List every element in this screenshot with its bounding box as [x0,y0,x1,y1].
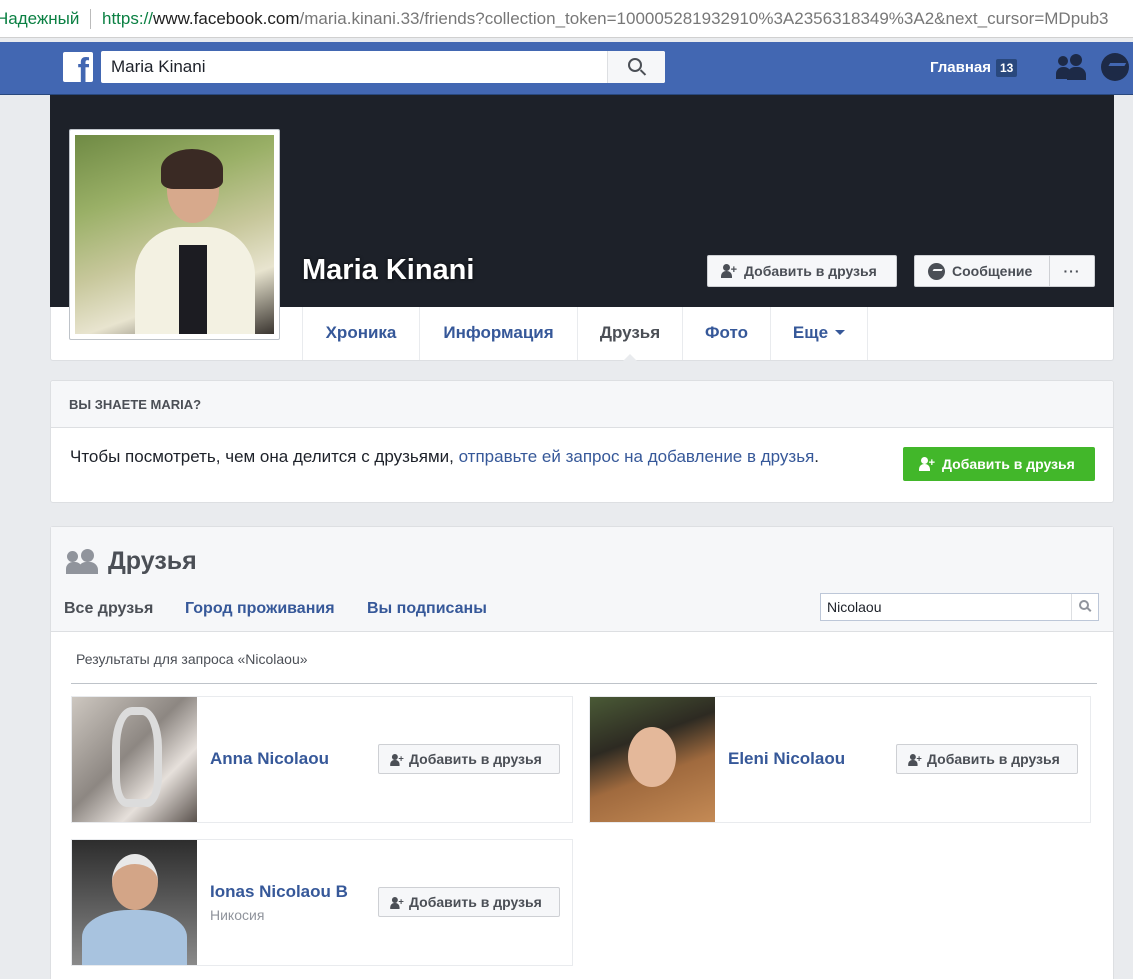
url-path: /maria.kinani.33/friends?collection_toke… [299,9,1109,28]
add-friend-label: Добавить в друзья [927,751,1060,767]
send-request-link[interactable]: отправьте ей запрос на добавление в друз… [459,447,815,466]
add-friend-icon: + [919,457,935,471]
tab-friends[interactable]: Друзья [577,307,682,361]
add-friend-label: Добавить в друзья [409,894,542,910]
friend-card: Anna Nicolaou + Добавить в друзья [71,696,573,823]
message-button[interactable]: Сообщение [914,255,1050,287]
add-friend-green-label: Добавить в друзья [942,456,1075,472]
add-friend-button[interactable]: + Добавить в друзья [378,744,560,774]
profile-picture[interactable] [69,129,280,340]
add-friend-icon: + [390,897,404,909]
tab-current-city[interactable]: Город проживания [185,600,335,618]
add-friend-icon: + [908,754,922,766]
know-description: Чтобы посмотреть, чем она делится с друз… [70,447,819,467]
profile-name[interactable]: Maria Kinani [302,254,474,287]
tab-all-friends[interactable]: Все друзья [64,600,153,641]
know-person-panel: ВЫ ЗНАЕТЕ MARIA? Чтобы посмотреть, чем о… [50,380,1114,503]
tab-more[interactable]: Еще [770,307,868,360]
url-text[interactable]: https://www.facebook.com/maria.kinani.33… [102,0,1109,37]
friend-city: Никосия [210,907,265,923]
add-friend-icon: + [721,264,737,278]
know-heading: ВЫ ЗНАЕТЕ MARIA? [51,381,1113,428]
message-label: Сообщение [952,263,1033,279]
more-options-button[interactable]: ··· [1049,255,1095,287]
add-friend-button[interactable]: + Добавить в друзья [896,744,1078,774]
search-icon [1079,600,1089,610]
messenger-icon[interactable] [1101,53,1129,81]
know-text: Чтобы посмотреть, чем она делится с друз… [70,447,459,466]
ellipsis-icon: ··· [1063,263,1081,279]
home-count-badge: 13 [996,59,1018,77]
add-friend-button[interactable]: + Добавить в друзья [378,887,560,917]
home-link[interactable]: Главная [930,59,991,76]
browser-address-bar[interactable]: Надежный https://www.facebook.com/maria.… [0,0,1133,38]
friends-header: Друзья Все друзья Город проживания Вы по… [51,527,1113,641]
friend-photo[interactable] [72,840,197,965]
friend-name[interactable]: Ionas Nicolaou B [210,882,348,902]
tab-following[interactable]: Вы подписаны [367,600,487,618]
friend-photo[interactable] [590,697,715,822]
friends-search-button[interactable] [1071,594,1098,620]
know-text-end: . [814,447,820,466]
friends-title: Друзья [108,547,197,575]
friend-name[interactable]: Eleni Nicolaou [728,749,845,769]
friend-requests-icon[interactable] [1056,54,1086,82]
address-separator [90,9,91,29]
top-search-input[interactable]: Maria Kinani [111,51,206,83]
tab-timeline[interactable]: Хроника [302,307,419,360]
add-friend-button[interactable]: + Добавить в друзья [707,255,897,287]
search-icon [628,58,642,72]
friends-search-box[interactable]: Nicolaou [820,593,1099,621]
add-friend-label: Добавить в друзья [409,751,542,767]
add-friend-icon: + [390,754,404,766]
friend-photo[interactable] [72,697,197,822]
friend-name[interactable]: Anna Nicolaou [210,749,329,769]
top-navigation-bar: f Maria Kinani Главная 13 [0,42,1133,95]
add-friend-label: Добавить в друзья [744,263,877,279]
friends-panel: Друзья Все друзья Город проживания Вы по… [50,526,1114,979]
results-divider [71,683,1097,684]
friend-card: Eleni Nicolaou + Добавить в друзья [589,696,1091,823]
tab-more-label: Еще [792,323,829,342]
url-domain: www.facebook.com [153,9,300,28]
friend-card: Ionas Nicolaou B Никосия + Добавить в др… [71,839,573,966]
caret-down-icon [835,330,846,340]
add-friend-green-button[interactable]: + Добавить в друзья [903,447,1095,481]
tab-photos[interactable]: Фото [682,307,770,360]
url-scheme: https:// [102,9,154,28]
friends-icon [66,549,98,575]
facebook-logo-icon[interactable]: f [63,52,93,82]
messenger-icon [928,263,945,280]
top-search-box[interactable]: Maria Kinani [101,51,665,83]
profile-photo [75,135,274,334]
top-search-button[interactable] [607,51,665,83]
results-label: Результаты для запроса «Nicolaou» [76,651,308,667]
friends-search-input[interactable]: Nicolaou [827,594,881,620]
tab-about[interactable]: Информация [419,307,577,360]
secure-label: Надежный [0,9,80,28]
